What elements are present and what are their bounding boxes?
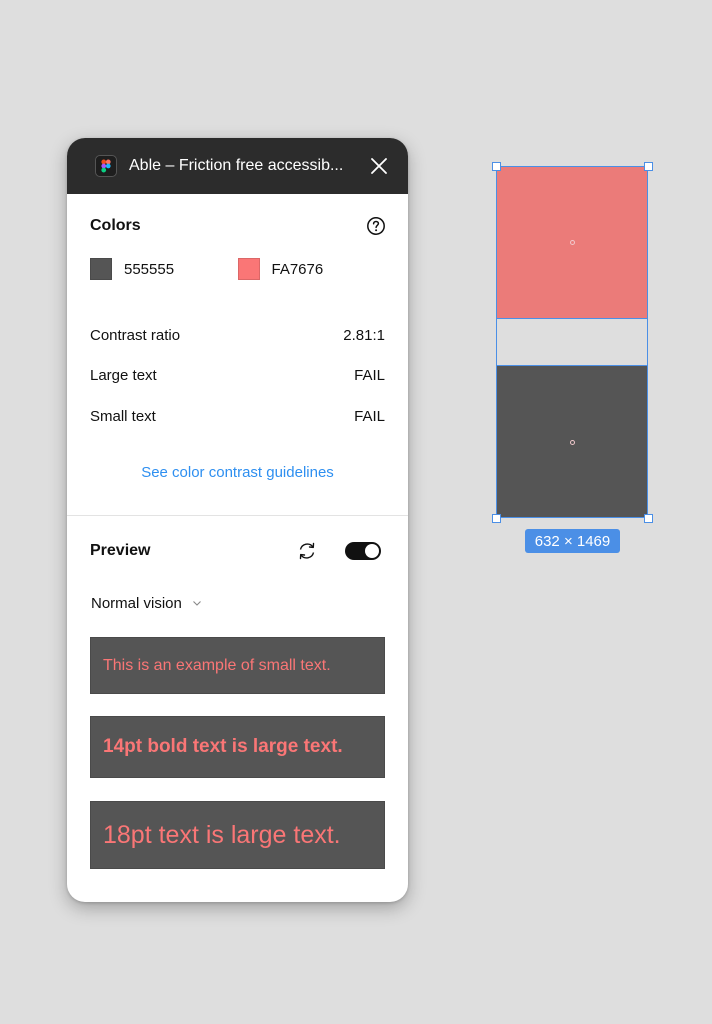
- gray-rectangle[interactable]: [496, 366, 648, 518]
- preview-section: Preview Normal vision This is an example…: [67, 516, 408, 869]
- center-point-icon: [569, 439, 575, 445]
- stat-small-text: Small text FAIL: [90, 396, 385, 437]
- large-text-sample: 18pt text is large text.: [90, 801, 385, 869]
- swap-refresh-icon[interactable]: [296, 540, 318, 562]
- dimensions-badge: 632 × 1469: [525, 529, 620, 553]
- help-icon[interactable]: [366, 216, 386, 236]
- canvas-selection[interactable]: [491, 161, 653, 523]
- stat-label: Large text: [90, 367, 157, 385]
- colors-heading: Colors: [90, 217, 141, 234]
- close-icon[interactable]: [368, 155, 390, 177]
- stat-contrast-ratio: Contrast ratio 2.81:1: [90, 315, 385, 356]
- preview-toggle[interactable]: [345, 542, 381, 560]
- plugin-panel: Able – Friction free accessib... Colors …: [67, 138, 408, 902]
- contrast-stats: Contrast ratio 2.81:1 Large text FAIL Sm…: [90, 315, 385, 437]
- colors-section: Colors 555555 FA7676 Contrast ratio 2.81…: [67, 194, 408, 481]
- foreground-swatch[interactable]: [90, 258, 112, 280]
- bold-large-text-sample: 14pt bold text is large text.: [90, 716, 385, 778]
- stat-large-text: Large text FAIL: [90, 356, 385, 397]
- resize-handle-bottom-left[interactable]: [491, 513, 501, 523]
- resize-handle-bottom-right[interactable]: [643, 513, 653, 523]
- background-hex[interactable]: FA7676: [272, 261, 324, 278]
- color-swatches: 555555 FA7676: [90, 258, 385, 280]
- vision-mode-value: Normal vision: [91, 594, 182, 612]
- stat-value: FAIL: [354, 367, 385, 385]
- vision-mode-dropdown[interactable]: Normal vision: [91, 586, 385, 620]
- stat-label: Contrast ratio: [90, 326, 181, 344]
- preview-heading: Preview: [90, 542, 151, 559]
- gap-frame[interactable]: [496, 318, 648, 366]
- chevron-down-icon: [192, 601, 201, 606]
- stat-label: Small text: [90, 407, 156, 425]
- toggle-knob: [365, 544, 379, 558]
- stat-value: 2.81:1: [343, 326, 385, 344]
- foreground-hex[interactable]: 555555: [124, 261, 174, 278]
- foreground-color-picker[interactable]: 555555: [90, 258, 238, 280]
- guidelines-link[interactable]: See color contrast guidelines: [90, 464, 385, 481]
- red-rectangle[interactable]: [496, 166, 648, 318]
- background-color-picker[interactable]: FA7676: [237, 258, 386, 280]
- title-bar: Able – Friction free accessib...: [67, 138, 408, 194]
- center-point-icon: [569, 239, 575, 245]
- stat-value: FAIL: [354, 407, 385, 425]
- background-swatch[interactable]: [237, 258, 260, 280]
- resize-handle-top-left[interactable]: [491, 161, 501, 171]
- small-text-sample: This is an example of small text.: [90, 637, 385, 694]
- resize-handle-top-right[interactable]: [643, 161, 653, 171]
- figma-logo-icon: [95, 155, 117, 177]
- window-title: Able – Friction free accessib...: [129, 157, 344, 174]
